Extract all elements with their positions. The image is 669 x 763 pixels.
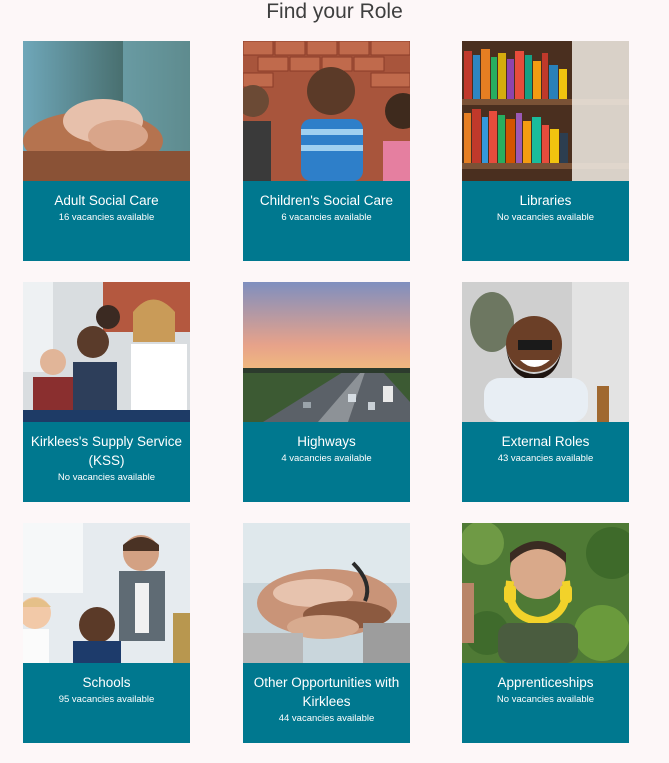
role-name: Apprenticeships	[497, 675, 594, 690]
vacancy-count: 95 vacancies available	[58, 694, 155, 705]
role-card-highways[interactable]: Highways 4 vacancies available	[243, 282, 410, 502]
apprenticeships-image	[462, 523, 629, 663]
vacancy-count: No vacancies available	[57, 472, 156, 483]
role-name: Children's Social Care	[259, 193, 394, 208]
role-name: Kirklees's Supply Service (KSS)	[30, 434, 183, 468]
role-name: Highways	[297, 434, 356, 449]
other-opportunities-image	[243, 523, 410, 663]
vacancy-count: 16 vacancies available	[58, 212, 155, 223]
role-name: Schools	[82, 675, 131, 690]
page-title: Find your Role	[266, 0, 403, 23]
schools-image	[23, 523, 190, 663]
role-name: Adult Social Care	[54, 193, 159, 208]
role-card-childrens-social-care[interactable]: Children's Social Care 6 vacancies avail…	[243, 41, 410, 261]
role-card-adult-social-care[interactable]: Adult Social Care 16 vacancies available	[23, 41, 190, 261]
role-card-external-roles[interactable]: External Roles 43 vacancies available	[462, 282, 629, 502]
vacancy-count: 6 vacancies available	[281, 212, 372, 223]
role-card-libraries[interactable]: Libraries No vacancies available	[462, 41, 629, 261]
role-name: External Roles	[501, 434, 590, 449]
libraries-image	[462, 41, 629, 181]
highways-image	[243, 282, 410, 422]
vacancy-count: 4 vacancies available	[281, 453, 372, 464]
vacancy-count: No vacancies available	[496, 212, 595, 223]
vacancy-count: No vacancies available	[496, 694, 595, 705]
external-roles-image	[462, 282, 629, 422]
vacancy-count: 44 vacancies available	[278, 713, 375, 724]
role-card-schools[interactable]: Schools 95 vacancies available	[23, 523, 190, 743]
role-name: Libraries	[519, 193, 572, 208]
role-card-apprenticeships[interactable]: Apprenticeships No vacancies available	[462, 523, 629, 743]
role-card-supply-service[interactable]: Kirklees's Supply Service (KSS) No vacan…	[23, 282, 190, 502]
role-name: Other Opportunities with Kirklees	[253, 675, 400, 709]
supply-service-image	[23, 282, 190, 422]
role-card-other-opportunities[interactable]: Other Opportunities with Kirklees 44 vac…	[243, 523, 410, 743]
adult-social-care-image	[23, 41, 190, 181]
childrens-social-care-image	[243, 41, 410, 181]
vacancy-count: 43 vacancies available	[497, 453, 594, 464]
